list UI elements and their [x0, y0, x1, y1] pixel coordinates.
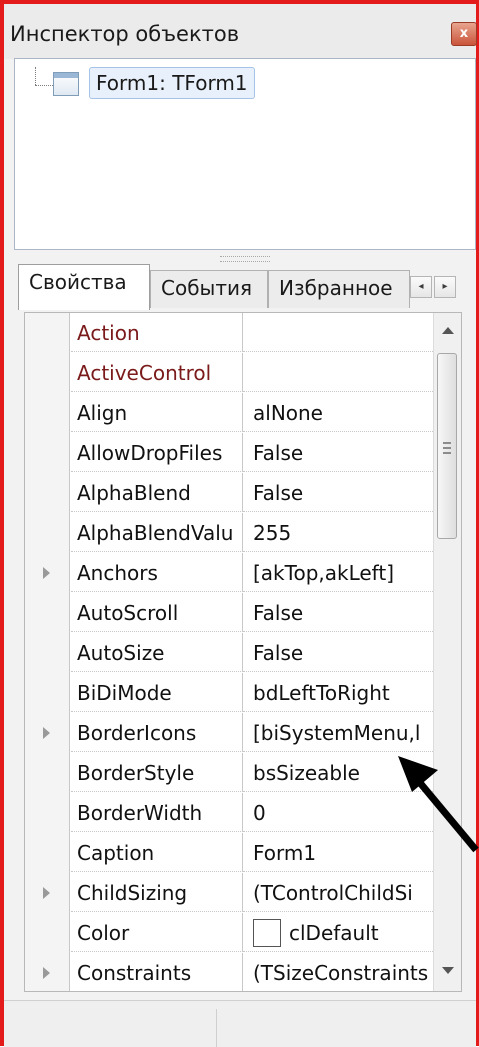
tab-properties[interactable]: Свойства: [18, 264, 150, 310]
property-row[interactable]: Anchors [akTop,akLeft]: [25, 553, 433, 593]
property-name: Anchors: [71, 553, 243, 592]
scroll-up-icon[interactable]: [442, 327, 454, 334]
color-swatch: [253, 918, 281, 947]
arrow-head: [398, 756, 438, 792]
annotation-arrow: [398, 756, 479, 853]
property-name: Color: [71, 913, 243, 952]
property-name: AutoScroll: [71, 593, 243, 632]
property-name: ChildSizing: [71, 873, 243, 912]
arrow-shaft: [413, 775, 479, 853]
tab-events[interactable]: События: [150, 270, 268, 308]
expand-arrow-icon[interactable]: [43, 727, 50, 739]
scroll-thumb[interactable]: [437, 353, 457, 539]
close-icon: x: [459, 26, 469, 41]
property-name: AlphaBlendValu: [71, 513, 243, 552]
property-name: ActiveControl: [71, 353, 243, 392]
property-value[interactable]: bdLeftToRight: [243, 673, 433, 712]
property-grid: Action ActiveControl Align alNone AllowDropF…: [24, 312, 462, 992]
close-button[interactable]: x: [451, 22, 477, 46]
property-name: AutoSize: [71, 633, 243, 672]
property-value[interactable]: (TSizeConstraints: [243, 953, 433, 991]
expand-arrow-icon[interactable]: [43, 967, 50, 979]
property-row[interactable]: AlphaBlend False: [25, 473, 433, 513]
property-row[interactable]: AutoScroll False: [25, 593, 433, 633]
expand-arrow-icon[interactable]: [43, 887, 50, 899]
property-row[interactable]: Caption Form1: [25, 833, 433, 873]
property-row[interactable]: Constraints (TSizeConstraints: [25, 953, 433, 991]
component-tree[interactable]: Form1: TForm1: [14, 58, 476, 250]
property-value[interactable]: False: [243, 473, 433, 512]
frame-border-left: [0, 0, 4, 1046]
scroll-down-icon[interactable]: [442, 967, 454, 974]
property-row[interactable]: BorderIcons [biSystemMenu,l: [25, 713, 433, 753]
vertical-scrollbar[interactable]: [433, 313, 461, 991]
property-name: Align: [71, 393, 243, 432]
expand-arrow-icon[interactable]: [43, 567, 50, 579]
property-row[interactable]: Color clDefault: [25, 913, 433, 953]
object-inspector-window: Инспектор объектов x Form1: TForm1 Свойс…: [0, 0, 479, 1047]
property-row[interactable]: BiDiMode bdLeftToRight: [25, 673, 433, 713]
property-name: AllowDropFiles: [71, 433, 243, 472]
property-value[interactable]: (TControlChildSi: [243, 873, 433, 912]
tab-scroll-left-icon[interactable]: ◂: [410, 276, 432, 298]
property-value[interactable]: alNone: [243, 393, 433, 432]
grip-icon: [443, 442, 451, 454]
property-name: BorderIcons: [71, 713, 243, 752]
property-name: Action: [71, 313, 243, 352]
property-name: BorderWidth: [71, 793, 243, 832]
property-name: BorderStyle: [71, 753, 243, 792]
tab-scroll-right-icon[interactable]: ▸: [434, 276, 456, 298]
property-row[interactable]: Action: [25, 313, 433, 353]
tree-connector: [35, 67, 36, 85]
property-row[interactable]: ActiveControl: [25, 353, 433, 393]
property-value-text: clDefault: [289, 921, 379, 945]
property-row[interactable]: AlphaBlendValu 255: [25, 513, 433, 553]
tab-favorites[interactable]: Избранное: [268, 270, 410, 308]
form-icon: [53, 72, 79, 96]
window-title: Инспектор объектов: [10, 22, 240, 46]
property-value[interactable]: clDefault: [243, 913, 433, 952]
property-name: Constraints: [71, 953, 243, 991]
status-bar: [4, 1000, 476, 1047]
property-value[interactable]: False: [243, 633, 433, 672]
property-row[interactable]: Align alNone: [25, 393, 433, 433]
tree-node-form1[interactable]: Form1: TForm1: [89, 67, 255, 99]
title-bar: Инспектор объектов x: [4, 4, 477, 59]
property-name: Caption: [71, 833, 243, 872]
property-row[interactable]: ChildSizing (TControlChildSi: [25, 873, 433, 913]
property-name: BiDiMode: [71, 673, 243, 712]
property-value[interactable]: 255: [243, 513, 433, 552]
property-value[interactable]: [akTop,akLeft]: [243, 553, 433, 592]
property-row[interactable]: AllowDropFiles False: [25, 433, 433, 473]
property-row[interactable]: BorderWidth 0: [25, 793, 433, 833]
property-value[interactable]: False: [243, 593, 433, 632]
status-divider: [216, 1009, 217, 1047]
inspector-tabs: Свойства События Избранное ◂ ▸: [14, 262, 476, 310]
property-row[interactable]: AutoSize False: [25, 633, 433, 673]
property-row[interactable]: BorderStyle bsSizeable: [25, 753, 433, 793]
property-value[interactable]: False: [243, 433, 433, 472]
property-value[interactable]: [243, 353, 433, 392]
property-name: AlphaBlend: [71, 473, 243, 512]
property-value[interactable]: [243, 313, 433, 352]
